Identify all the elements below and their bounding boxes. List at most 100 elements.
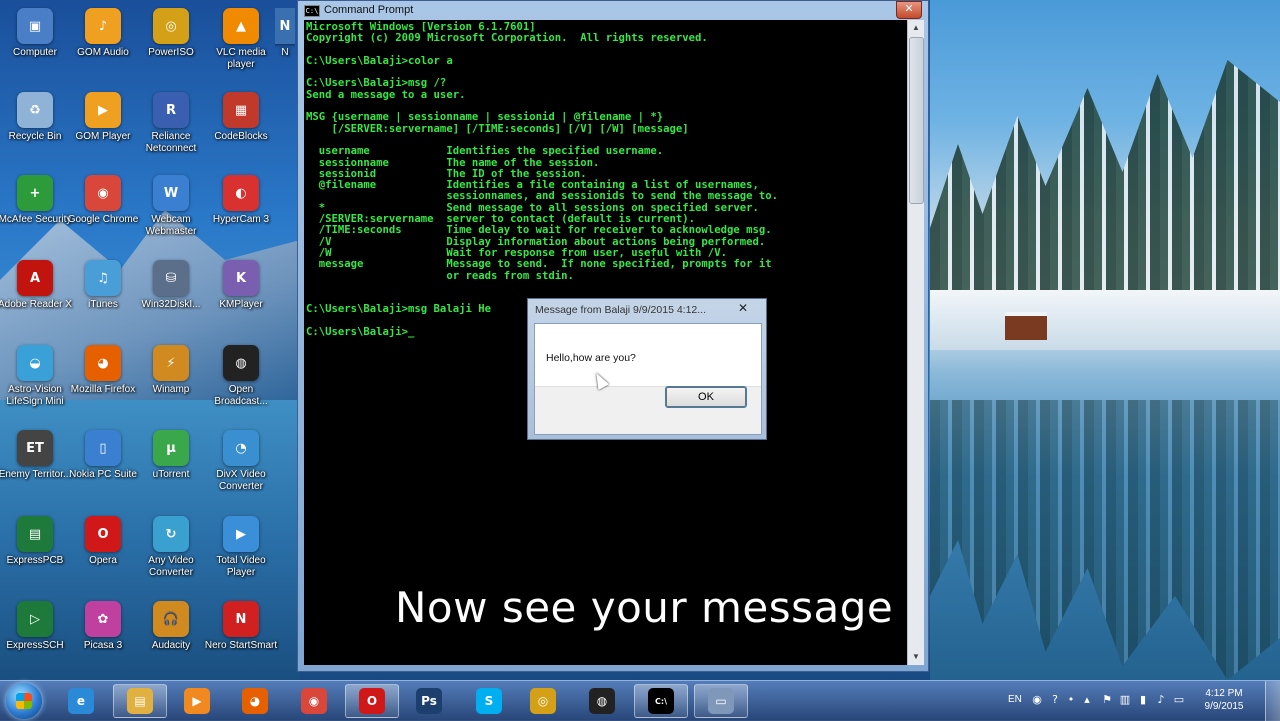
taskbar-button[interactable]: Ps	[402, 684, 456, 718]
video-caption: Now see your message	[395, 583, 894, 632]
desktop-shortcut[interactable]: ▶ GOM Player	[68, 92, 138, 172]
desktop-shortcut-label: Opera	[89, 555, 117, 566]
desktop-shortcut-label: Webcam Webmaster	[145, 214, 197, 237]
desktop-shortcut[interactable]: 🎧 Audacity	[136, 601, 206, 681]
taskbar: e ▤ ▶ ◕ ◉ O Ps S ◎ ◍ C:\ ▭ EN ◉ ? • ▴ ⚑ ▥ ▮ ♪ ▭ 4:1…	[0, 680, 1280, 721]
desktop-shortcut-label: iTunes	[88, 299, 118, 310]
kmplayer-icon: K	[223, 260, 259, 296]
taskbar-button[interactable]: ◍	[575, 684, 629, 718]
message-dialog-close-button[interactable]: ✕	[726, 300, 760, 316]
desktop-shortcut-label: uTorrent	[152, 469, 190, 480]
scroll-up-arrow-icon[interactable]: ▲	[908, 20, 924, 36]
desktop-shortcut[interactable]: W Webcam Webmaster	[136, 175, 206, 255]
desktop-shortcut[interactable]: ◔ DivX Video Converter	[206, 430, 276, 510]
taskbar-button[interactable]: ◎	[516, 684, 570, 718]
desktop-shortcut[interactable]: ▣ Computer	[0, 8, 70, 88]
desktop-shortcut[interactable]: + McAfee Security	[0, 175, 71, 255]
desktop-shortcut[interactable]: ♻ Recycle Bin	[0, 92, 70, 172]
hypercam-icon: ◐	[223, 175, 259, 211]
desktop-shortcut[interactable]: ◒ Astro-Vision LifeSign Mini	[0, 345, 70, 425]
ok-button[interactable]: OK	[665, 386, 747, 408]
desktop-shortcut[interactable]: ▦ CodeBlocks	[206, 92, 276, 172]
desktop-shortcut[interactable]: NN	[275, 8, 295, 88]
desktop-shortcut[interactable]: ⛁ Win32DiskI...	[136, 260, 206, 340]
desktop-shortcut[interactable]: A Adobe Reader X	[0, 260, 72, 340]
taskbar-button[interactable]: ▭	[694, 684, 748, 718]
desktop-shortcut[interactable]: ↻ Any Video Converter	[136, 516, 206, 596]
taskbar-button[interactable]: e	[54, 684, 108, 718]
taskbar-button[interactable]: ◕	[228, 684, 282, 718]
desktop-shortcut[interactable]: ▲ VLC media player	[206, 8, 276, 88]
desktop-shortcut[interactable]: ◉ Google Chrome	[68, 175, 138, 255]
desktop-shortcut-label: ExpressSCH	[6, 640, 64, 651]
desktop-shortcut[interactable]: ◍ Open Broadcast...	[206, 345, 276, 425]
taskbar-button[interactable]: ▤	[113, 684, 167, 718]
desktop-shortcut[interactable]: ◐ HyperCam 3	[206, 175, 276, 255]
desktop-shortcut[interactable]: µ uTorrent	[136, 430, 206, 510]
battery-icon[interactable]: ▭	[1172, 693, 1186, 707]
nokia-pc-suite-icon: ▯	[85, 430, 121, 466]
desktop-shortcut-label: CodeBlocks	[214, 131, 268, 142]
folder-icon: ◎	[530, 688, 556, 714]
expresssch-icon: ▷	[17, 601, 53, 637]
taskbar-button[interactable]: ▶	[170, 684, 224, 718]
desktop-shortcut[interactable]: ◕ Mozilla Firefox	[68, 345, 138, 425]
desktop-shortcut-label: VLC media player	[216, 47, 266, 70]
tray-app-icon[interactable]: ◉	[1030, 693, 1044, 707]
tray-dot-icon[interactable]: •	[1064, 693, 1078, 707]
scroll-down-arrow-icon[interactable]: ▼	[908, 649, 924, 665]
desktop-shortcut-label: Astro-Vision LifeSign Mini	[6, 384, 64, 407]
any-video-converter-icon: ↻	[153, 516, 189, 552]
cmd-titlebar[interactable]: C:\ Command Prompt ✕	[298, 1, 928, 19]
signal-icon[interactable]: ▮	[1136, 693, 1150, 707]
astro-vision-icon: ◒	[17, 345, 53, 381]
volume-icon[interactable]: ♪	[1154, 693, 1168, 707]
network-icon[interactable]: ▥	[1118, 693, 1132, 707]
taskbar-button[interactable]: O	[345, 684, 399, 718]
scrollbar-thumb[interactable]	[909, 37, 924, 204]
taskbar-button[interactable]: S	[462, 684, 516, 718]
clock[interactable]: 4:12 PM 9/9/2015	[1200, 687, 1248, 713]
utorrent-icon: µ	[153, 430, 189, 466]
desktop-shortcut-label: N	[281, 47, 289, 58]
taskbar-button[interactable]: ◉	[287, 684, 341, 718]
expresspcb-icon: ▤	[17, 516, 53, 552]
desktop-shortcut[interactable]: K KMPlayer	[206, 260, 276, 340]
firefox-icon: ◕	[242, 688, 268, 714]
obs-icon: ◍	[223, 345, 259, 381]
taskbar-button[interactable]: C:\	[634, 684, 688, 718]
language-indicator[interactable]: EN	[1008, 694, 1022, 705]
desktop-shortcut-label: Picasa 3	[83, 640, 123, 651]
chrome-icon: ◉	[85, 175, 121, 211]
tray-arrow-icon[interactable]: ▴	[1080, 693, 1094, 707]
desktop-shortcut[interactable]: ▯ Nokia PC Suite	[68, 430, 138, 510]
cmd-scrollbar[interactable]: ▲ ▼	[907, 20, 924, 665]
cmd-close-button[interactable]: ✕	[896, 1, 922, 19]
desktop-shortcut[interactable]: ▤ ExpressPCB	[0, 516, 70, 596]
desktop-shortcut[interactable]: O Opera	[68, 516, 138, 596]
desktop-shortcut[interactable]: ET Enemy Territor...	[0, 430, 71, 510]
recycle-bin-icon: ♻	[17, 92, 53, 128]
desktop-shortcut-label: Nokia PC Suite	[69, 469, 137, 480]
desktop-shortcut[interactable]: ♫ iTunes	[68, 260, 138, 340]
total-video-player-icon: ▶	[223, 516, 259, 552]
action-center-flag-icon[interactable]: ⚑	[1100, 693, 1114, 707]
wallpaper-cabin	[1005, 312, 1047, 340]
windows-explorer-icon: ▤	[127, 688, 153, 714]
desktop-shortcut[interactable]: R Reliance Netconnect	[136, 92, 206, 172]
start-button[interactable]	[6, 683, 42, 719]
desktop-shortcut[interactable]: N Nero StartSmart	[205, 601, 277, 681]
help-icon[interactable]: ?	[1048, 693, 1062, 707]
desktop-shortcut[interactable]: ♪ GOM Audio	[68, 8, 138, 88]
message-dialog[interactable]: Message from Balaji 9/9/2015 4:12... ✕ H…	[527, 298, 767, 440]
desktop-shortcut-label: DivX Video Converter	[216, 469, 266, 492]
webcam-icon: W	[153, 175, 189, 211]
desktop-shortcut[interactable]: ⚡ Winamp	[136, 345, 206, 425]
desktop-shortcut[interactable]: ▶ Total Video Player	[206, 516, 276, 596]
desktop-shortcut[interactable]: ▷ ExpressSCH	[0, 601, 70, 681]
show-desktop-button[interactable]	[1265, 681, 1280, 721]
desktop-shortcut[interactable]: ◎ PowerISO	[136, 8, 206, 88]
internet-explorer-icon: e	[68, 688, 94, 714]
divx-icon: ◔	[223, 430, 259, 466]
desktop-shortcut[interactable]: ✿ Picasa 3	[68, 601, 138, 681]
